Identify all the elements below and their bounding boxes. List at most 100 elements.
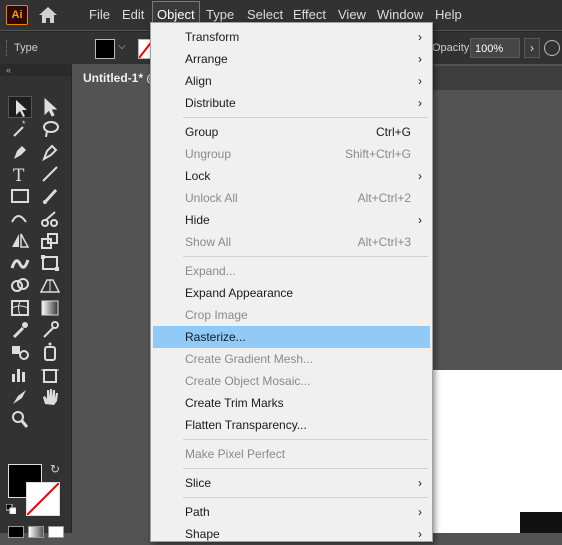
menu-help[interactable]: Help [431,0,466,30]
menu-file[interactable]: File [85,0,114,30]
rectangle-tool-icon[interactable] [8,185,32,207]
menu-item-label: Align [185,74,212,88]
menu-item-group[interactable]: Group Ctrl+G [153,121,430,143]
magic-wand-tool-icon[interactable]: * [8,118,32,140]
menu-item-label: Transform [185,30,240,44]
swap-fill-stroke-icon[interactable]: ↻ [50,462,60,476]
chevron-down-icon[interactable]: ⌵ [118,41,126,52]
menu-item-label: Expand Appearance [185,286,294,300]
zoom-tool-icon[interactable] [8,408,32,430]
svg-text:T: T [13,166,25,185]
tool-row [8,274,64,296]
menu-item-rasterize[interactable]: Rasterize... [153,326,430,348]
selection-type-label: Type [14,42,38,54]
menu-item-shape[interactable]: Shape › [153,523,430,545]
line-segment-tool-icon[interactable] [38,163,62,185]
none-mode-icon[interactable] [48,526,64,538]
menu-item-create-trim-marks[interactable]: Create Trim Marks [153,392,430,414]
menu-item-create-object-mosaic[interactable]: Create Object Mosaic... [153,370,430,392]
chevron-right-icon: › [418,213,422,227]
menu-item-expand[interactable]: Expand... [153,260,430,282]
warp-tool-icon[interactable] [8,252,32,274]
artwork-shape[interactable] [520,512,562,533]
slice-tool-icon[interactable] [8,386,32,408]
menu-item-label: Create Trim Marks [185,396,284,410]
menu-item-label: Ungroup [185,147,232,161]
column-graph-tool-icon[interactable] [8,364,32,386]
menu-item-transform[interactable]: Transform › [153,26,430,48]
menu-item-label: Unlock All [185,191,238,205]
menu-item-shortcut: Alt+Ctrl+3 [357,235,411,249]
menu-item-label: Flatten Transparency... [185,418,307,432]
tool-row [8,141,64,163]
gradient-mode-icon[interactable] [28,526,44,538]
document-tab[interactable]: Untitled-1* @ [73,66,151,90]
menu-item-expand-appearance[interactable]: Expand Appearance [153,282,430,304]
menu-item-distribute[interactable]: Distribute › [153,92,430,114]
default-fill-stroke-icon[interactable] [6,504,16,514]
chevron-right-icon[interactable]: › [524,38,540,58]
type-tool-icon[interactable]: T [8,163,32,185]
color-mode-icon[interactable] [8,526,24,538]
menu-item-make-pixel-perfect[interactable]: Make Pixel Perfect [153,443,430,465]
menu-item-create-gradient-mesh[interactable]: Create Gradient Mesh... [153,348,430,370]
artboard[interactable] [432,370,562,533]
tool-row: T [8,163,64,185]
symbol-sprayer-tool-icon[interactable] [38,341,62,363]
opacity-field[interactable]: 100% [470,38,520,58]
eyedropper-alt-tool-icon[interactable] [38,319,62,341]
scale-tool-icon[interactable] [38,230,62,252]
artboard-tool-icon[interactable] [38,364,62,386]
menu-item-lock[interactable]: Lock › [153,165,430,187]
fill-color-swatch[interactable] [95,39,115,59]
menu-item-unlock-all[interactable]: Unlock All Alt+Ctrl+2 [153,187,430,209]
recolor-icon[interactable] [544,40,560,56]
menu-edit[interactable]: Edit [118,0,148,30]
menu-item-crop-image[interactable]: Crop Image [153,304,430,326]
stroke-swatch[interactable] [26,482,60,516]
menu-item-label: Create Object Mosaic... [185,374,311,388]
menu-item-slice[interactable]: Slice › [153,472,430,494]
menu-item-label: Arrange [185,52,228,66]
menu-item-label: Distribute [185,96,236,110]
mesh-tool-icon[interactable] [8,297,32,319]
tool-row [8,341,64,363]
reflect-tool-icon[interactable] [8,230,32,252]
chevron-right-icon: › [418,169,422,183]
menu-item-show-all[interactable]: Show All Alt+Ctrl+3 [153,231,430,253]
menu-item-shortcut: Alt+Ctrl+2 [357,191,411,205]
tool-row [8,408,64,430]
home-icon[interactable] [38,6,58,24]
perspective-grid-tool-icon[interactable] [38,274,62,296]
eyedropper-tool-icon[interactable] [8,319,32,341]
menu-item-label: Path [185,505,210,519]
curvature-tool-icon[interactable] [38,141,62,163]
shape-builder-tool-icon[interactable] [8,274,32,296]
menu-item-arrange[interactable]: Arrange › [153,48,430,70]
opacity-label: Opacity: [432,42,473,54]
panel-grip[interactable] [6,40,9,56]
chevron-right-icon: › [418,30,422,44]
hand-tool-icon[interactable] [38,386,62,408]
scissors-tool-icon[interactable] [38,208,62,230]
menu-item-shortcut: Shift+Ctrl+G [344,147,411,161]
blend-tool-icon[interactable] [8,341,32,363]
menu-item-flatten-transparency[interactable]: Flatten Transparency... [153,414,430,436]
lasso-tool-icon[interactable] [38,118,62,140]
direct-selection-tool-icon[interactable] [38,96,62,118]
free-transform-tool-icon[interactable] [38,252,62,274]
menu-separator [183,468,428,469]
paintbrush-tool-icon[interactable] [38,185,62,207]
menu-separator [183,256,428,257]
menu-item-align[interactable]: Align › [153,70,430,92]
collapse-panel-icon[interactable]: « [0,64,71,76]
pen-tool-icon[interactable] [8,141,32,163]
menu-item-ungroup[interactable]: Ungroup Shift+Ctrl+G [153,143,430,165]
gradient-tool-icon[interactable] [38,297,62,319]
selection-tool-icon[interactable] [8,96,32,118]
menu-item-label: Expand... [185,264,236,278]
menu-item-label: Group [185,125,219,139]
shaper-tool-icon[interactable] [8,208,32,230]
menu-item-path[interactable]: Path › [153,501,430,523]
menu-item-hide[interactable]: Hide › [153,209,430,231]
